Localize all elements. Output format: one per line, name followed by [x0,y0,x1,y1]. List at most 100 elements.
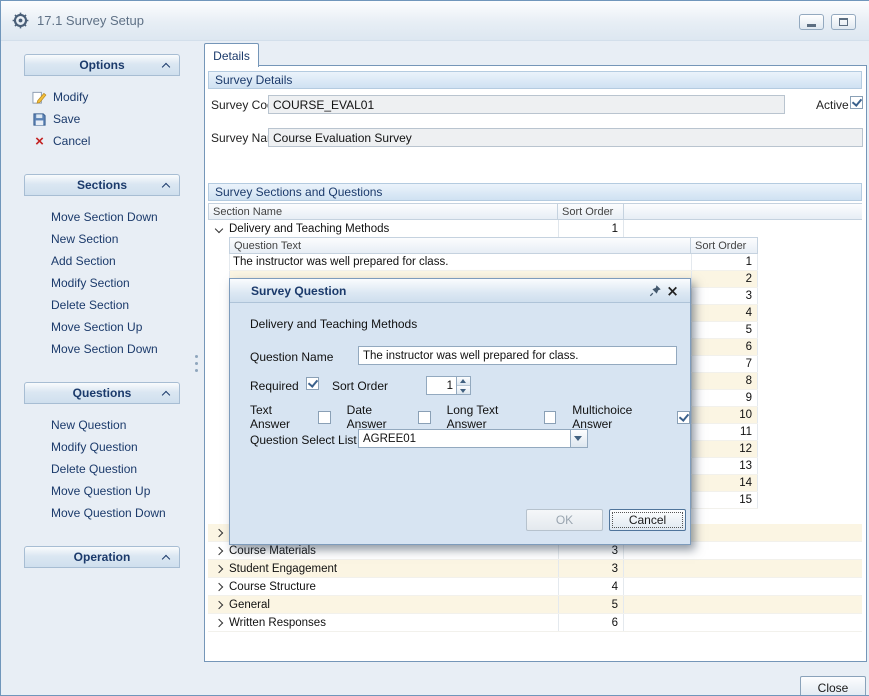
sidebar-item-move-section-down[interactable]: Move Section Down [24,338,180,360]
maximize-button[interactable] [831,14,856,30]
dialog-title-bar[interactable]: Survey Question × [230,279,690,303]
question-name-input[interactable]: The instructor was well prepared for cla… [358,346,677,365]
close-button[interactable]: Close [800,676,866,696]
chevron-right-icon[interactable] [208,530,229,536]
question-sort-cell: 4 [691,305,758,321]
active-checkbox[interactable] [850,96,863,109]
cancel-button[interactable]: Cancel [609,509,686,531]
column-sort-order[interactable]: Sort Order [558,203,624,220]
question-sort-cell: 3 [691,288,758,304]
panel-header-questions[interactable]: Questions [24,382,180,404]
sections-questions-header: Survey Sections and Questions [208,183,862,201]
sidebar-item-move-question-down[interactable]: Move Question Down [24,502,180,524]
save-floppy-icon [32,112,47,127]
minimize-button[interactable] [799,14,824,30]
section-row[interactable]: Written Responses6 [208,614,862,632]
question-name-label: Question Name [250,350,333,364]
sidebar-item-label: Modify [53,90,88,104]
minimize-icon [807,24,816,27]
spin-up-button[interactable] [457,377,470,386]
sidebar-item-modify-section[interactable]: Modify Section [24,272,180,294]
answer-type-checkbox[interactable] [418,411,431,424]
sidebar-item-cancel[interactable]: × Cancel [24,130,180,152]
spin-down-button[interactable] [457,386,470,394]
answer-type-label: Long Text Answer [447,403,539,431]
column-question-sort[interactable]: Sort Order [691,237,758,254]
collapse-chevron-icon [162,183,170,191]
question-sort-cell: 5 [691,322,758,338]
sidebar-item-new-question[interactable]: New Question [24,414,180,436]
required-checkbox[interactable] [306,377,319,390]
panel-header-operation[interactable]: Operation [24,546,180,568]
chevron-right-icon[interactable] [208,566,229,572]
sidebar-item-save[interactable]: Save [24,108,180,130]
collapse-chevron-icon [162,391,170,399]
section-name-cell: Course Structure [229,581,558,593]
question-select-list-combo[interactable]: AGREE01 [358,429,588,448]
section-row[interactable]: Student Engagement3 [208,560,862,578]
answer-type-checkboxes: Text Answer Date Answer Long Text Answer Mu… [250,403,690,431]
chevron-right-icon[interactable] [208,602,229,608]
sidebar-item-modify-question[interactable]: Modify Question [24,436,180,458]
sidebar-item-delete-section[interactable]: Delete Section [24,294,180,316]
sidebar-item-modify[interactable]: Modify [24,86,180,108]
column-section-name[interactable]: Section Name [208,203,558,220]
app-icon [12,12,29,29]
survey-name-field[interactable]: Course Evaluation Survey [268,128,863,147]
dialog-close-icon[interactable]: × [664,283,681,299]
collapse-chevron-icon [162,63,170,71]
sidebar-item-label: Cancel [53,134,90,148]
dropdown-arrow-icon[interactable] [570,430,587,447]
panel-title: Sections [77,178,127,192]
tab-details[interactable]: Details [204,43,259,67]
panel-options: Options Modify [24,54,180,174]
question-sort-cell: 7 [691,356,758,372]
question-row[interactable]: The instructor was well prepared for cla… [229,254,758,271]
panel-sections: Sections Move Section DownNew SectionAdd… [24,174,180,382]
chevron-down-icon[interactable] [208,226,229,232]
answer-type-text-answer: Text Answer [250,403,331,431]
pin-icon[interactable] [647,283,664,299]
section-sort-cell: 6 [558,614,624,631]
answer-type-multichoice-answer: Multichoice Answer [572,403,690,431]
panel-title: Questions [73,386,132,400]
section-row-expanded[interactable]: Delivery and Teaching Methods 1 [208,220,862,237]
section-row[interactable]: General5 [208,596,862,614]
answer-type-checkbox[interactable] [544,411,557,424]
question-text-cell: The instructor was well prepared for cla… [229,254,691,270]
question-sort-cell: 12 [691,441,758,457]
question-select-list-label: Question Select List [250,433,357,447]
answer-type-date-answer: Date Answer [347,403,431,431]
sidebar-item-delete-question[interactable]: Delete Question [24,458,180,480]
column-question-text[interactable]: Question Text [229,237,691,254]
sidebar: Options Modify [24,54,180,568]
answer-type-long-text-answer: Long Text Answer [447,403,557,431]
section-row[interactable]: Course Structure4 [208,578,862,596]
ok-button[interactable]: OK [526,509,603,531]
sort-order-stepper[interactable]: 1 [426,376,471,395]
sidebar-item-move-section-up[interactable]: Move Section Up [24,316,180,338]
section-sort-cell: 3 [558,560,624,577]
panel-title: Options [79,58,124,72]
sidebar-item-new-section[interactable]: New Section [24,228,180,250]
collapse-chevron-icon [162,555,170,563]
question-sort-cell: 15 [691,492,758,508]
panel-operation: Operation [24,546,180,568]
answer-type-checkbox[interactable] [677,411,690,424]
survey-code-field[interactable]: COURSE_EVAL01 [268,95,785,114]
sections-grid-header: Section Name Sort Order [208,203,862,220]
splitter-handle[interactable] [193,65,200,662]
sidebar-item-add-section[interactable]: Add Section [24,250,180,272]
panel-header-sections[interactable]: Sections [24,174,180,196]
sidebar-item-move-section-down[interactable]: Move Section Down [24,206,180,228]
chevron-right-icon[interactable] [208,584,229,590]
panel-header-options[interactable]: Options [24,54,180,76]
dialog-section-label: Delivery and Teaching Methods [250,317,417,331]
chevron-right-icon[interactable] [208,620,229,626]
chevron-right-icon[interactable] [208,548,229,554]
answer-type-label: Multichoice Answer [572,403,672,431]
sidebar-item-move-question-up[interactable]: Move Question Up [24,480,180,502]
section-name-cell: Delivery and Teaching Methods [229,223,558,235]
sort-order-label: Sort Order [332,379,388,393]
answer-type-checkbox[interactable] [318,411,331,424]
